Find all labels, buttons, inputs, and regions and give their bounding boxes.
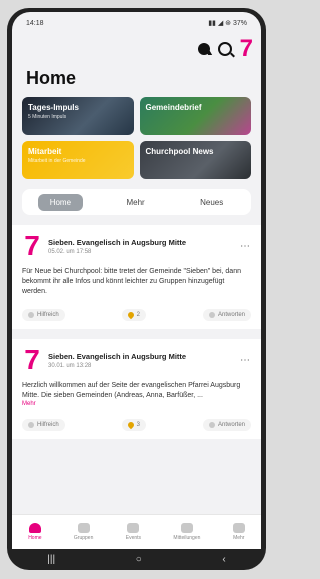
flame-icon	[126, 310, 135, 320]
flame-icon	[126, 420, 135, 430]
reply-button[interactable]: Antworten	[202, 309, 251, 321]
post-author[interactable]: Sieben. Evangelisch in Augsburg Mitte	[48, 352, 186, 361]
home-icon	[28, 523, 41, 533]
tab-home[interactable]: Home	[37, 193, 84, 211]
groups-icon	[77, 523, 90, 533]
chat-icon[interactable]	[197, 43, 210, 55]
tile-title: Gemeindebrief	[145, 103, 202, 112]
tab-neues[interactable]: Neues	[188, 194, 235, 211]
more-options-icon[interactable]: ⋯	[240, 355, 251, 366]
nav-home[interactable]: Home	[28, 523, 42, 541]
more-options-icon[interactable]: ⋯	[240, 241, 251, 252]
status-time: 14:18	[26, 19, 44, 27]
community-logo: 7	[24, 230, 40, 261]
helpful-button[interactable]: Hilfreich	[22, 419, 65, 431]
nav-label: Events	[125, 535, 142, 541]
post-body: Für Neue bei Churchpool: bitte tretet de…	[22, 268, 241, 295]
community-logo: 7	[24, 344, 40, 375]
status-icons: ▮▮ ◢ ⊛ 37%	[208, 20, 247, 27]
tile-grid: Tages-Impuls 5 Minuten Impuls Gemeindebr…	[12, 89, 261, 179]
tile-title: Tages-Impuls	[28, 103, 79, 112]
comment-icon	[208, 422, 215, 428]
comment-icon	[208, 312, 215, 318]
nav-more[interactable]: Mehr	[232, 523, 245, 541]
tile-subtitle: Mitarbeit in der Gemeinde	[28, 158, 86, 164]
tile-subtitle: 5 Minuten Impuls	[28, 114, 67, 120]
top-bar: 7	[12, 34, 261, 64]
post-author[interactable]: Sieben. Evangelisch in Augsburg Mitte	[48, 238, 186, 247]
calendar-icon	[127, 523, 140, 533]
search-icon[interactable]	[217, 42, 232, 56]
read-more-link[interactable]: Mehr	[22, 401, 251, 407]
back-icon[interactable]: ‹	[222, 554, 225, 565]
post-meta: Sieben. Evangelisch in Augsburg Mitte 30…	[48, 352, 186, 369]
post-body: Herzlich willkommen auf der Seite der ev…	[22, 382, 241, 399]
helpful-button[interactable]: Hilfreich	[22, 309, 65, 321]
helpful-icon	[28, 422, 34, 428]
helpful-label: Hilfreich	[37, 312, 59, 318]
post-card[interactable]: 7 Sieben. Evangelisch in Augsburg Mitte …	[12, 339, 261, 439]
tile-title: Mitarbeit	[28, 147, 62, 156]
bell-icon	[180, 523, 193, 533]
reply-label: Antworten	[217, 422, 245, 428]
tile-tages-impuls[interactable]: Tages-Impuls 5 Minuten Impuls	[22, 97, 134, 135]
reply-label: Antworten	[217, 312, 245, 318]
reaction-count-value: 3	[136, 422, 140, 428]
nav-notifications[interactable]: Mitteilungen	[173, 523, 200, 541]
bottom-navigation: Home Gruppen Events Mitteilungen Mehr	[12, 514, 261, 549]
reply-button[interactable]: Antworten	[202, 419, 251, 431]
grid-icon	[232, 523, 245, 533]
post-header: 7 Sieben. Evangelisch in Augsburg Mitte …	[22, 344, 251, 375]
post-actions: Hilfreich 2 Antworten	[22, 309, 251, 321]
nav-label: Mitteilungen	[173, 535, 201, 541]
nav-label: Home	[28, 535, 42, 541]
post-time: 05.02. um 17:58	[48, 248, 92, 255]
tab-mehr[interactable]: Mehr	[114, 194, 156, 211]
post-header: 7 Sieben. Evangelisch in Augsburg Mitte …	[22, 230, 251, 261]
nav-events[interactable]: Events	[126, 523, 141, 541]
system-nav: ||| ○ ‹	[7, 549, 266, 570]
status-bar: 14:18 ▮▮ ◢ ⊛ 37%	[12, 12, 261, 34]
tile-title: Churchpool News	[145, 147, 214, 156]
helpful-icon	[28, 312, 34, 318]
nav-label: Mehr	[233, 535, 245, 541]
feed-tabs: Home Mehr Neues	[22, 189, 251, 215]
tile-churchpool-news[interactable]: Churchpool News	[139, 141, 251, 179]
app-screen: 14:18 ▮▮ ◢ ⊛ 37% 7 Home Tages-Impuls 5 M…	[12, 12, 261, 549]
reaction-count[interactable]: 2	[121, 309, 146, 321]
nav-groups[interactable]: Gruppen	[74, 523, 93, 541]
post-card[interactable]: 7 Sieben. Evangelisch in Augsburg Mitte …	[12, 225, 261, 329]
recent-apps-icon[interactable]: |||	[47, 554, 55, 565]
nav-label: Gruppen	[73, 535, 94, 541]
app-logo: 7	[239, 35, 253, 62]
reaction-count[interactable]: 3	[121, 419, 146, 431]
tile-mitarbeit[interactable]: Mitarbeit Mitarbeit in der Gemeinde	[22, 141, 134, 179]
post-meta: Sieben. Evangelisch in Augsburg Mitte 05…	[48, 238, 186, 255]
home-button-icon[interactable]: ○	[136, 554, 142, 565]
helpful-label: Hilfreich	[37, 422, 59, 428]
reaction-count-value: 2	[136, 312, 140, 318]
page-title: Home	[26, 68, 77, 88]
post-actions: Hilfreich 3 Antworten	[22, 419, 251, 431]
phone-frame: 14:18 ▮▮ ◢ ⊛ 37% 7 Home Tages-Impuls 5 M…	[7, 8, 266, 570]
post-time: 30.01. um 13:28	[48, 362, 92, 369]
tile-gemeindebrief[interactable]: Gemeindebrief	[139, 97, 251, 135]
